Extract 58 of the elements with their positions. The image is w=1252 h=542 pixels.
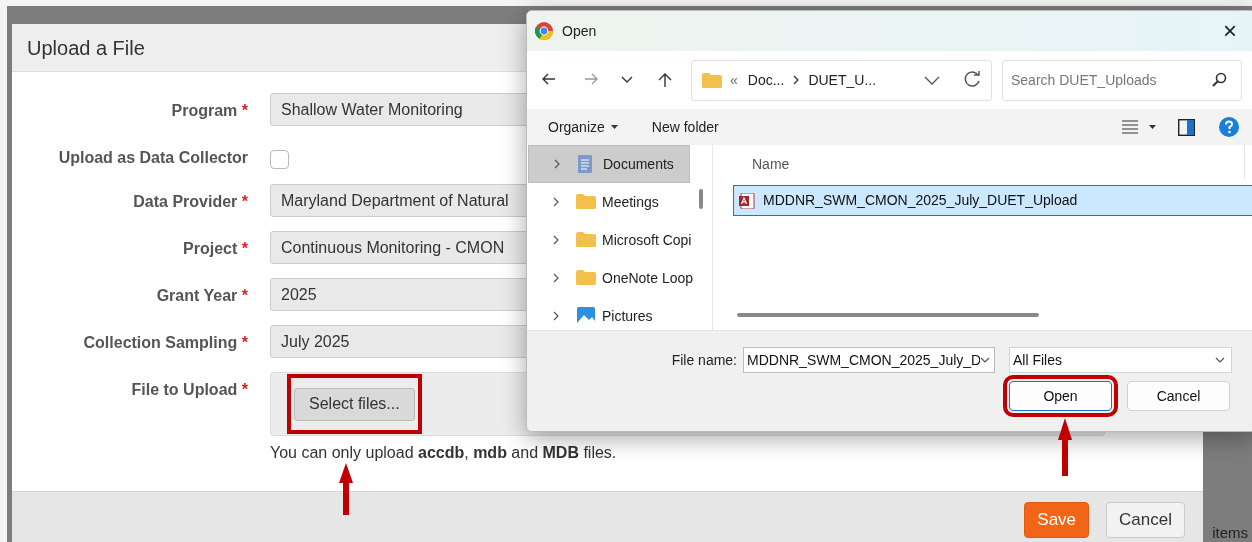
- chevron-right-icon: [552, 272, 560, 284]
- dialog-title: Upload a File: [27, 35, 145, 61]
- help-icon[interactable]: [1219, 117, 1239, 137]
- file-name-field[interactable]: MDDNR_SWM_CMON_2025_July_D: [743, 347, 995, 373]
- new-folder-button[interactable]: New folder: [651, 116, 719, 138]
- database-file-icon: [739, 192, 755, 209]
- file-row[interactable]: MDDNR_SWM_CMON_2025_July_DUET_Upload: [733, 185, 1252, 216]
- field-label: Grant Year *: [156, 286, 248, 306]
- path-overflow[interactable]: «: [730, 69, 738, 91]
- cancel-button[interactable]: Cancel: [1106, 502, 1185, 538]
- field-label: Program *: [171, 101, 248, 121]
- search-field[interactable]: Search DUET_Uploads: [1002, 59, 1242, 101]
- chevron-down-icon: [1215, 357, 1225, 363]
- search-icon: [1211, 72, 1227, 88]
- folder-icon: [576, 231, 596, 249]
- nav-item[interactable]: Pictures: [528, 297, 690, 330]
- up-arrow-icon[interactable]: [657, 72, 673, 88]
- close-button[interactable]: ×: [1215, 19, 1245, 43]
- field-label: File to Upload *: [131, 380, 248, 400]
- arrow: [339, 463, 353, 515]
- field-label: Collection Sampling *: [83, 333, 248, 353]
- select-files-button[interactable]: Select files...: [294, 387, 415, 421]
- caret-icon: [1149, 125, 1156, 129]
- field-label: Data Provider *: [133, 192, 248, 212]
- cancel-button[interactable]: Cancel: [1127, 381, 1230, 411]
- image-icon: [576, 307, 596, 325]
- background-text: items: [1212, 522, 1248, 542]
- preview-pane-icon[interactable]: [1178, 118, 1195, 136]
- address-bar[interactable]: « Doc... DUET_U...: [691, 59, 992, 101]
- chevron-right-icon: [552, 234, 560, 246]
- refresh-icon: [963, 71, 981, 89]
- chevron-down-icon: [980, 357, 990, 363]
- chevron-right-icon: [553, 158, 561, 170]
- nav-item[interactable]: Microsoft Copi: [528, 221, 690, 259]
- hint-text: You can only upload accdb, mdb and MDB files.: [270, 443, 618, 463]
- list-view-icon[interactable]: [1122, 120, 1138, 134]
- path-crumb[interactable]: DUET_U...: [808, 69, 877, 91]
- nav-item[interactable]: Meetings: [528, 183, 690, 221]
- folder-icon: [576, 269, 596, 287]
- file-type-select[interactable]: All Files: [1009, 347, 1232, 373]
- circle-logo-icon: [535, 22, 553, 40]
- organize-button[interactable]: Organize: [548, 116, 618, 138]
- field-label: Project *: [183, 239, 248, 259]
- checkbox[interactable]: [270, 150, 289, 169]
- window-title: Open: [562, 21, 597, 41]
- chevron-right-icon: [792, 74, 801, 86]
- arrow: [1058, 418, 1072, 476]
- folder-icon: [702, 71, 722, 89]
- field-label: Upload as Data Collector: [58, 148, 248, 168]
- column-header[interactable]: Name: [752, 154, 790, 175]
- chevron-right-icon: [552, 196, 560, 208]
- folder-icon: [576, 193, 596, 211]
- chevron-right-icon: [552, 310, 560, 322]
- scrollbar[interactable]: [737, 313, 1039, 317]
- field-label: File name:: [670, 350, 737, 370]
- scrollbar[interactable]: [699, 189, 703, 209]
- nav-item[interactable]: Documents: [528, 145, 690, 183]
- path-crumb[interactable]: Doc...: [747, 69, 785, 91]
